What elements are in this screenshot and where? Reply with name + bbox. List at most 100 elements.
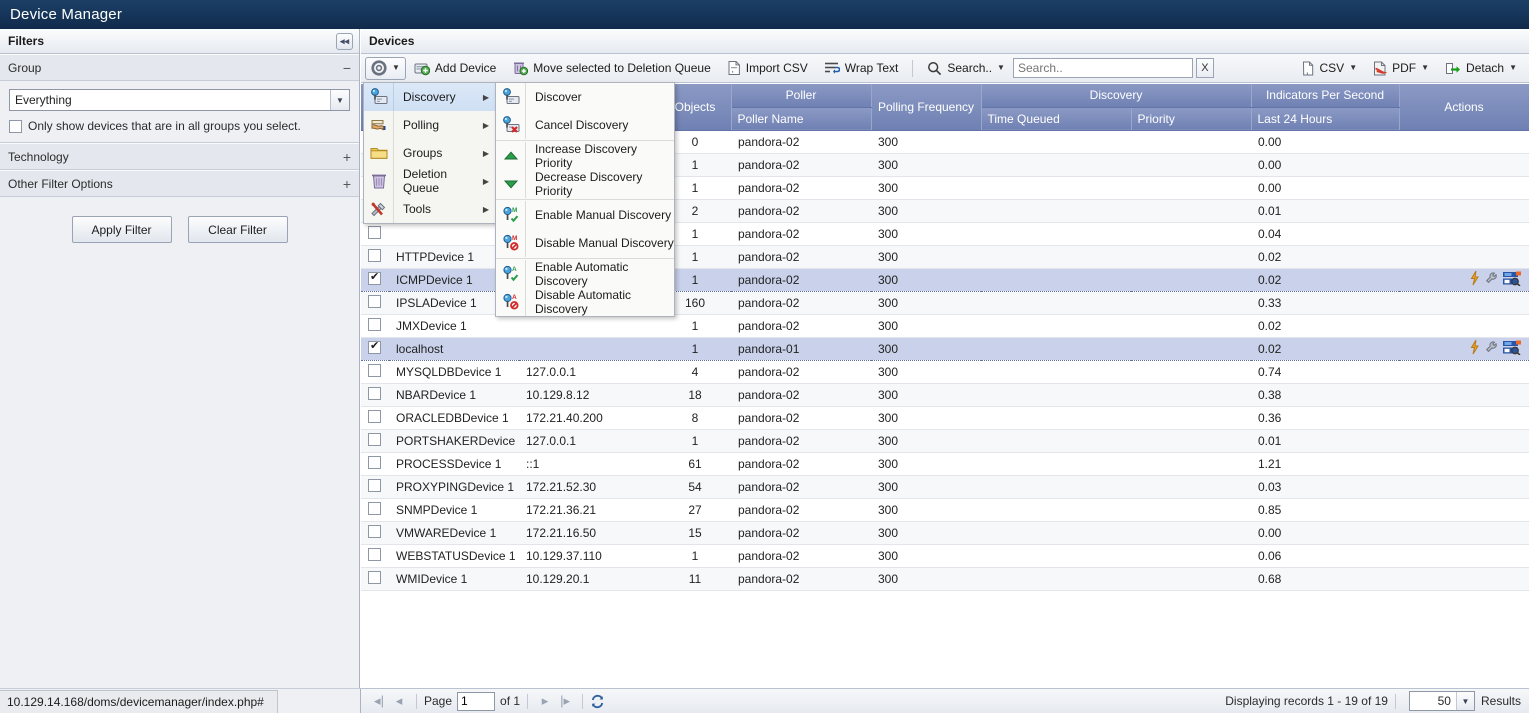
row-select-checkbox[interactable] (368, 570, 381, 584)
cell-actions[interactable] (1399, 544, 1529, 568)
prev-page-icon[interactable]: ◂ (389, 693, 409, 709)
move-to-deletion-queue-button[interactable]: Move selected to Deletion Queue (504, 57, 718, 80)
cell-actions[interactable] (1399, 199, 1529, 223)
table-row[interactable]: WEBSTATUSDevice 1 10.129.37.110 1 pandora-0… (361, 544, 1529, 568)
row-select-checkbox[interactable] (368, 294, 381, 308)
cell-actions[interactable] (1399, 314, 1529, 338)
th-last-24-hours[interactable]: Last 24 Hours (1251, 107, 1400, 131)
cell-device-name[interactable]: ORACLEDBDevice 1 (389, 406, 519, 430)
refresh-icon[interactable] (590, 694, 605, 709)
cell-device-name[interactable]: PROCESSDevice 1 (389, 452, 519, 476)
cell-actions[interactable] (1399, 336, 1529, 361)
chevron-down-icon[interactable]: ▼ (1455, 692, 1474, 710)
cell-actions[interactable] (1399, 498, 1529, 522)
th-priority[interactable]: Priority (1131, 107, 1252, 131)
row-select-checkbox[interactable] (368, 248, 381, 262)
action-icons[interactable] (1470, 270, 1522, 289)
action-icons[interactable] (1470, 339, 1522, 358)
filter-section-other-options[interactable]: Other Filter Options + (0, 170, 359, 197)
menu-item-groups[interactable]: Groups ▶ (364, 139, 497, 167)
cell-actions[interactable] (1399, 222, 1529, 246)
search-menu-button[interactable]: Search.. ▼ (919, 57, 1013, 80)
cell-actions[interactable] (1399, 521, 1529, 545)
cell-actions[interactable] (1399, 406, 1529, 430)
filter-section-group[interactable]: Group − (0, 54, 359, 81)
submenu-item-disable-automatic-discovery[interactable]: A Disable Automatic Discovery (496, 288, 674, 316)
chevron-down-icon[interactable]: ▼ (330, 90, 349, 110)
cell-actions[interactable] (1399, 452, 1529, 476)
gear-menu[interactable]: Discovery ▶ Polling ▶ Groups ▶ Deletion … (363, 82, 498, 224)
menu-item-polling[interactable]: Polling ▶ (364, 111, 497, 139)
table-row[interactable]: ORACLEDBDevice 1 172.21.40.200 8 pandora-02… (361, 406, 1529, 430)
submenu-item-decrease-priority[interactable]: Decrease Discovery Priority (496, 170, 674, 198)
search-input[interactable] (1012, 58, 1193, 78)
cell-device-name[interactable]: WEBSTATUSDevice 1 (389, 544, 519, 568)
clear-filter-button[interactable]: Clear Filter (187, 216, 288, 243)
cell-device-name[interactable]: localhost (389, 336, 519, 361)
submenu-item-discover[interactable]: Discover (496, 83, 674, 111)
cell-device-name[interactable]: PROXYPINGDevice 1 (389, 475, 519, 499)
menu-item-tools[interactable]: Tools ▶ (364, 195, 497, 223)
row-select-checkbox[interactable] (368, 225, 381, 239)
submenu-item-cancel-discovery[interactable]: Cancel Discovery (496, 111, 674, 139)
submenu-item-enable-automatic-discovery[interactable]: A Enable Automatic Discovery (496, 260, 674, 288)
table-row[interactable]: NBARDevice 1 10.129.8.12 18 pandora-02 300 0.… (361, 383, 1529, 407)
filter-section-technology-toggle[interactable]: + (343, 150, 351, 164)
cell-device-name[interactable]: SNMPDevice 1 (389, 498, 519, 522)
pdf-export-button[interactable]: PDF ▼ (1365, 57, 1437, 80)
row-select-checkbox[interactable] (368, 501, 381, 515)
first-page-icon[interactable]: ◂| (369, 693, 389, 709)
row-select-checkbox[interactable] (368, 455, 381, 469)
discovery-submenu[interactable]: Discover Cancel Discovery Increase Disco… (495, 82, 675, 317)
cell-actions[interactable] (1399, 245, 1529, 269)
menu-item-discovery[interactable]: Discovery ▶ (364, 83, 497, 111)
th-poller-name[interactable]: Poller Name (731, 107, 872, 131)
only-show-in-all-groups-row[interactable]: Only show devices that are in all groups… (9, 119, 350, 133)
row-select-checkbox[interactable] (368, 386, 381, 400)
cell-device-name[interactable]: JMXDevice 1 (389, 314, 519, 338)
row-select-checkbox-cell[interactable] (361, 314, 389, 338)
detach-button[interactable]: Detach ▼ (1437, 57, 1525, 80)
row-select-checkbox-cell[interactable] (361, 222, 389, 246)
cell-actions[interactable] (1399, 429, 1529, 453)
row-select-checkbox-cell[interactable] (361, 291, 389, 315)
row-select-checkbox[interactable] (368, 478, 381, 492)
cell-actions[interactable] (1399, 360, 1529, 384)
table-row[interactable]: JMXDevice 1 1 pandora-02 300 0.02 (361, 314, 1529, 338)
row-select-checkbox-cell[interactable] (361, 544, 389, 568)
filter-section-group-toggle[interactable]: − (343, 61, 351, 75)
table-row[interactable]: SNMPDevice 1 172.21.36.21 27 pandora-02 300 0… (361, 498, 1529, 522)
row-select-checkbox-cell[interactable] (361, 406, 389, 430)
cell-device-name[interactable]: NBARDevice 1 (389, 383, 519, 407)
page-number-input[interactable] (457, 691, 496, 711)
apply-filter-button[interactable]: Apply Filter (71, 216, 172, 243)
cell-device-name[interactable]: MYSQLDBDevice 1 (389, 360, 519, 384)
group-select[interactable]: Everything ▼ (9, 89, 350, 111)
table-row[interactable]: localhost 1pandora-01300 0.02 (361, 336, 1529, 361)
filter-section-technology[interactable]: Technology + (0, 143, 359, 170)
submenu-item-disable-manual-discovery[interactable]: M Disable Manual Discovery (496, 229, 674, 257)
row-select-checkbox-cell[interactable] (361, 567, 389, 591)
cell-actions[interactable] (1399, 153, 1529, 177)
next-page-icon[interactable]: ▸ (535, 693, 555, 709)
row-select-checkbox[interactable] (368, 524, 381, 538)
row-select-checkbox-cell[interactable] (361, 498, 389, 522)
cell-actions[interactable] (1399, 383, 1529, 407)
row-select-checkbox-cell[interactable] (361, 452, 389, 476)
row-select-checkbox-cell[interactable] (361, 383, 389, 407)
row-select-checkbox-cell[interactable] (361, 267, 389, 292)
row-select-checkbox-cell[interactable] (361, 336, 389, 361)
table-row[interactable]: WMIDevice 1 10.129.20.1 11 pandora-02 300 0.6… (361, 567, 1529, 591)
last-page-icon[interactable]: |▸ (555, 693, 575, 709)
add-device-button[interactable]: Add Device (406, 57, 504, 80)
cell-device-name[interactable]: PORTSHAKERDevice 1 (389, 429, 519, 453)
wrap-text-button[interactable]: Wrap Text (816, 57, 907, 80)
cell-actions[interactable] (1399, 130, 1529, 154)
cell-actions[interactable] (1399, 176, 1529, 200)
row-select-checkbox[interactable] (368, 432, 381, 446)
gear-menu-button[interactable]: ▼ (365, 56, 406, 80)
row-select-checkbox[interactable] (368, 409, 381, 423)
cell-device-name[interactable]: WMIDevice 1 (389, 567, 519, 591)
row-select-checkbox-cell[interactable] (361, 245, 389, 269)
table-row[interactable]: PROCESSDevice 1::1 61 pandora-02 300 1.21 (361, 452, 1529, 476)
